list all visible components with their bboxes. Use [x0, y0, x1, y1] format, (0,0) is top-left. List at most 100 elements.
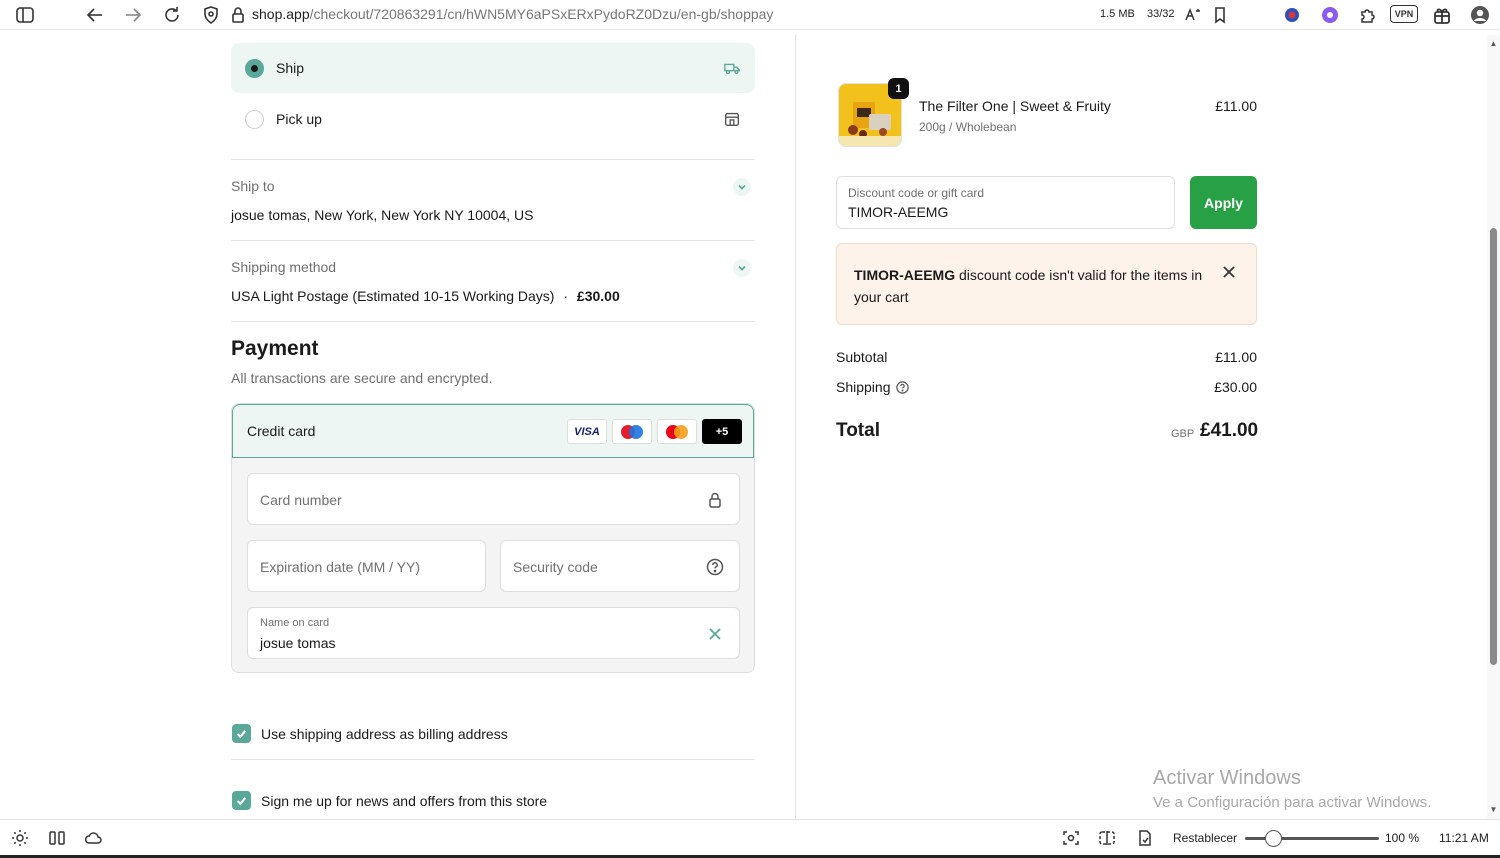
shipping-method-name: USA Light Postage (Estimated 10-15 Worki…: [231, 288, 555, 304]
delivery-option-ship[interactable]: Ship: [231, 43, 755, 93]
ship-to-label: Ship to: [231, 178, 275, 194]
shipping-method-value: USA Light Postage (Estimated 10-15 Worki…: [231, 288, 620, 304]
address-bar[interactable]: shop.app/checkout/720863291/cn/hWN5MY6aP…: [252, 6, 773, 22]
subtotal-row: Subtotal £11.00: [836, 349, 1257, 365]
card-number-placeholder: Card number: [260, 492, 342, 508]
quantity-badge: 1: [888, 78, 909, 99]
shield-icon[interactable]: [199, 3, 223, 27]
settings-gear-icon[interactable]: [10, 828, 30, 848]
shipping-row: Shipping £30.00: [836, 379, 1257, 395]
reader-icon[interactable]: [1181, 3, 1205, 27]
page-scrollbar[interactable]: ▲ ▼: [1487, 35, 1500, 819]
sidebar-toggle-icon[interactable]: [13, 3, 37, 27]
ship-radio[interactable]: [245, 58, 264, 78]
security-code-placeholder: Security code: [513, 559, 598, 575]
total-currency: GBP: [1171, 428, 1195, 440]
zoom-reset-button[interactable]: Restablecer: [1173, 831, 1237, 845]
discount-code-input[interactable]: Discount code or gift card TIMOR-AEEMG: [836, 176, 1175, 229]
extensions-puzzle-icon[interactable]: [1356, 3, 1380, 27]
zoom-level: 100 %: [1385, 831, 1420, 845]
divider: [231, 759, 755, 760]
help-icon[interactable]: [705, 557, 725, 577]
shipping-label: Shipping: [836, 379, 891, 395]
name-on-card-input[interactable]: Name on card josue tomas: [247, 607, 740, 659]
panels-icon[interactable]: [47, 828, 67, 848]
windows-activation-subtitle: Ve a Configuración para activar Windows.: [1153, 794, 1432, 811]
zoom-slider-handle[interactable]: [1265, 830, 1282, 847]
valid-check-icon: [705, 624, 725, 644]
ship-to-address: josue tomas, New York, New York NY 10004…: [231, 207, 534, 223]
profile-avatar-icon[interactable]: [1468, 3, 1492, 27]
product-variant: 200g / Wholebean: [919, 120, 1017, 134]
windows-activation-title: Activar Windows: [1153, 767, 1301, 789]
divider: [231, 240, 755, 241]
gift-box-icon[interactable]: [1430, 3, 1454, 27]
browser-status-bar: Restablecer 100 % 11:21 AM: [0, 819, 1500, 855]
lock-icon: [705, 490, 725, 510]
divider: [231, 159, 755, 160]
browser-toolbar: shop.app/checkout/720863291/cn/hWN5MY6aP…: [0, 0, 1500, 30]
total-value: £41.00: [1200, 420, 1259, 441]
credit-card-label: Credit card: [247, 423, 316, 439]
shipping-method-label: Shipping method: [231, 259, 337, 275]
security-code-input[interactable]: Security code: [500, 540, 740, 592]
ship-to-chevron-down-icon[interactable]: [733, 178, 751, 196]
extension-purple-icon[interactable]: [1318, 3, 1342, 27]
url-host: shop.app: [252, 6, 310, 22]
name-on-card-label: Name on card: [260, 617, 330, 629]
pickup-radio[interactable]: [245, 109, 264, 129]
scroll-thumb[interactable]: [1490, 228, 1497, 665]
shipping-method-price: £30.00: [576, 288, 620, 304]
help-icon[interactable]: [895, 380, 910, 395]
page-actions-icon[interactable]: [1135, 828, 1155, 848]
discount-code-value: TIMOR-AEEMG: [848, 204, 949, 220]
apply-button[interactable]: Apply: [1190, 176, 1257, 229]
billing-address-checkbox[interactable]: [232, 724, 251, 743]
tiling-icon[interactable]: [1097, 828, 1117, 848]
expiry-date-input[interactable]: Expiration date (MM / YY): [247, 540, 486, 592]
subtotal-value: £11.00: [1215, 349, 1257, 365]
tab-counter[interactable]: 33/32: [1147, 8, 1175, 20]
store-icon: [723, 110, 741, 128]
name-on-card-value: josue tomas: [260, 635, 336, 651]
back-icon[interactable]: [83, 3, 107, 27]
discount-code-label: Discount code or gift card: [848, 186, 985, 200]
credit-card-panel: Credit card VISA +5 Card number Expirati…: [231, 403, 755, 673]
forward-icon[interactable]: [121, 3, 145, 27]
pickup-label: Pick up: [276, 111, 322, 127]
card-number-input[interactable]: Card number: [247, 473, 740, 525]
scroll-down-icon[interactable]: ▼: [1489, 805, 1498, 814]
clock: 11:21 AM: [1439, 831, 1489, 845]
extension-flag-icon[interactable]: [1280, 3, 1304, 27]
expiry-date-placeholder: Expiration date (MM / YY): [260, 559, 421, 575]
alert-message: TIMOR-AEEMG discount code isn't valid fo…: [854, 264, 1204, 308]
discount-error-alert: TIMOR-AEEMG discount code isn't valid fo…: [836, 243, 1257, 325]
url-path: /checkout/720863291/cn/hWN5MY6aPSxERxPyd…: [309, 6, 774, 22]
maestro-logo: [612, 419, 652, 444]
divider: [231, 321, 755, 322]
total-label: Total: [836, 420, 880, 441]
payment-title: Payment: [231, 337, 319, 360]
screenshot-icon[interactable]: [1061, 828, 1081, 848]
delivery-option-pickup[interactable]: Pick up: [231, 94, 755, 144]
reload-icon[interactable]: [160, 3, 184, 27]
column-divider: [795, 35, 796, 819]
newsletter-checkbox[interactable]: [232, 791, 251, 810]
shipping-method-separator: ·: [563, 288, 569, 304]
vpn-button[interactable]: VPN: [1390, 5, 1418, 23]
truck-icon: [723, 59, 741, 77]
shipping-method-chevron-down-icon[interactable]: [733, 259, 751, 277]
payment-subtitle: All transactions are secure and encrypte…: [231, 370, 493, 386]
credit-card-method-header[interactable]: Credit card VISA +5: [232, 404, 754, 458]
scroll-up-icon[interactable]: ▲: [1489, 39, 1498, 48]
subtotal-label: Subtotal: [836, 349, 888, 365]
ship-label: Ship: [276, 60, 305, 76]
close-icon[interactable]: [1220, 263, 1238, 281]
memory-usage: 1.5 MB: [1100, 8, 1135, 20]
visa-logo: VISA: [567, 419, 607, 444]
newsletter-label: Sign me up for news and offers from this…: [261, 793, 548, 809]
shipping-value: £30.00: [1214, 379, 1257, 395]
lock-icon: [226, 3, 250, 27]
cloud-icon[interactable]: [83, 828, 103, 848]
bookmark-icon[interactable]: [1208, 3, 1232, 27]
